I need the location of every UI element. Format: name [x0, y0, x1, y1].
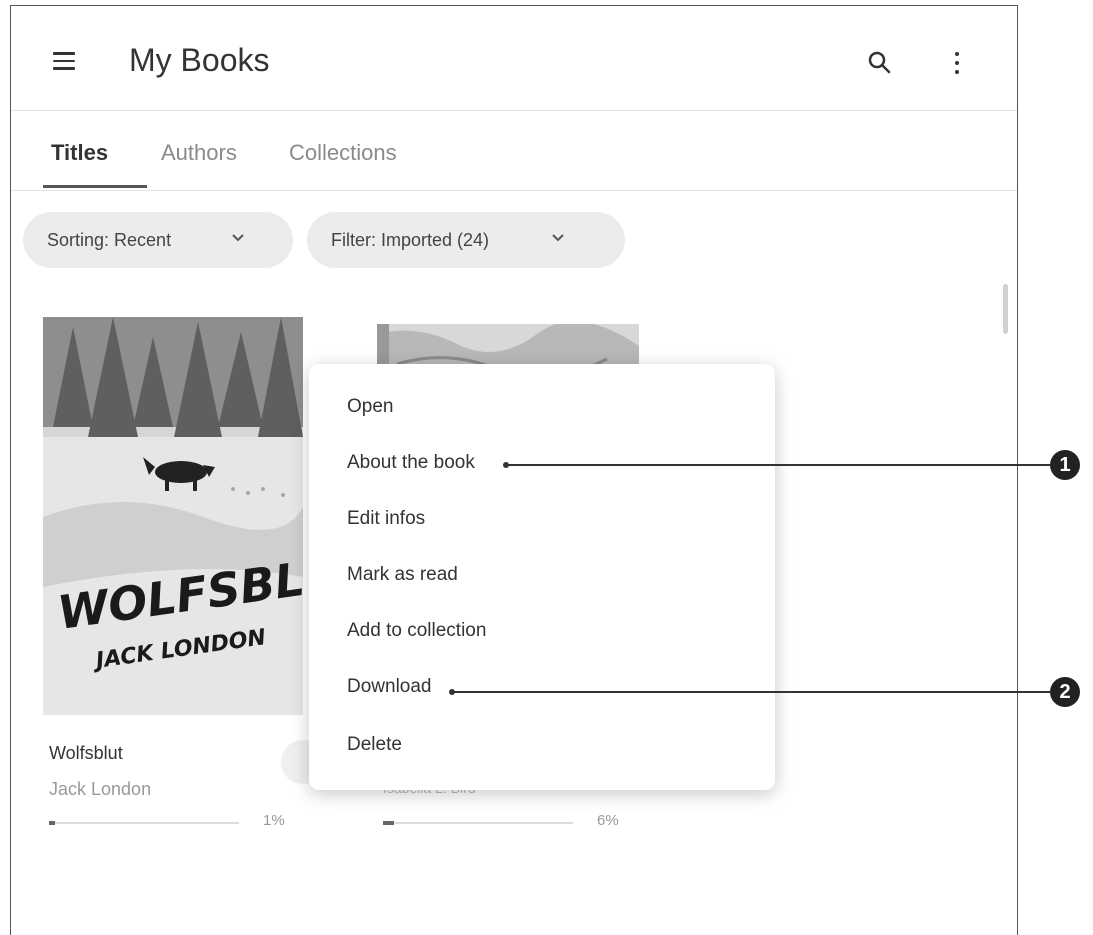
callout-line-1: [506, 464, 1050, 466]
progress-fill: [49, 821, 55, 825]
book-cover-wolfsblut[interactable]: WOLFSBLUT JACK LONDON: [43, 317, 303, 715]
tab-collections[interactable]: Collections: [289, 140, 397, 166]
menu-item-download[interactable]: Download: [347, 676, 432, 698]
menu-item-open[interactable]: Open: [347, 396, 393, 418]
book-context-menu: Open About the book Edit infos Mark as r…: [309, 364, 775, 790]
callout-badge-2: 2: [1050, 677, 1080, 707]
active-tab-indicator: [43, 185, 147, 188]
book-title: Wolfsblut: [49, 743, 123, 763]
search-icon[interactable]: [867, 50, 895, 78]
progress-percent: 1%: [263, 812, 285, 829]
filter-label: Filter: Imported (24): [331, 230, 490, 250]
book-author: Jack London: [49, 779, 152, 799]
chevron-down-icon: [232, 234, 244, 242]
progress-fill: [383, 821, 395, 825]
progress-bar: [49, 821, 239, 825]
tab-authors[interactable]: Authors: [161, 140, 237, 166]
progress-bar: [383, 821, 573, 825]
sorting-dropdown[interactable]: Sorting: Recent: [23, 212, 293, 268]
app-window: My Books Titles Authors Collections Sort…: [10, 5, 1018, 935]
sorting-label: Sorting: Recent: [47, 230, 172, 250]
menu-item-mark-read[interactable]: Mark as read: [347, 564, 458, 586]
hamburger-icon[interactable]: [53, 52, 77, 70]
progress-percent: 6%: [597, 812, 619, 829]
chevron-down-icon: [552, 234, 564, 242]
menu-item-edit-infos[interactable]: Edit infos: [347, 508, 425, 530]
filter-dropdown[interactable]: Filter: Imported (24): [307, 212, 625, 268]
tab-titles[interactable]: Titles: [51, 140, 108, 166]
more-vertical-icon[interactable]: [949, 48, 965, 78]
menu-item-add-collection[interactable]: Add to collection: [347, 620, 486, 642]
callout-badge-1: 1: [1050, 450, 1080, 480]
scrollbar[interactable]: [1003, 284, 1008, 334]
menu-item-about-book[interactable]: About the book: [347, 452, 475, 474]
tab-bar: Titles Authors Collections: [11, 110, 1017, 191]
page-title: My Books: [129, 42, 270, 78]
callout-line-2: [452, 691, 1050, 693]
menu-item-delete[interactable]: Delete: [347, 734, 402, 756]
app-bar: My Books: [11, 6, 1017, 111]
